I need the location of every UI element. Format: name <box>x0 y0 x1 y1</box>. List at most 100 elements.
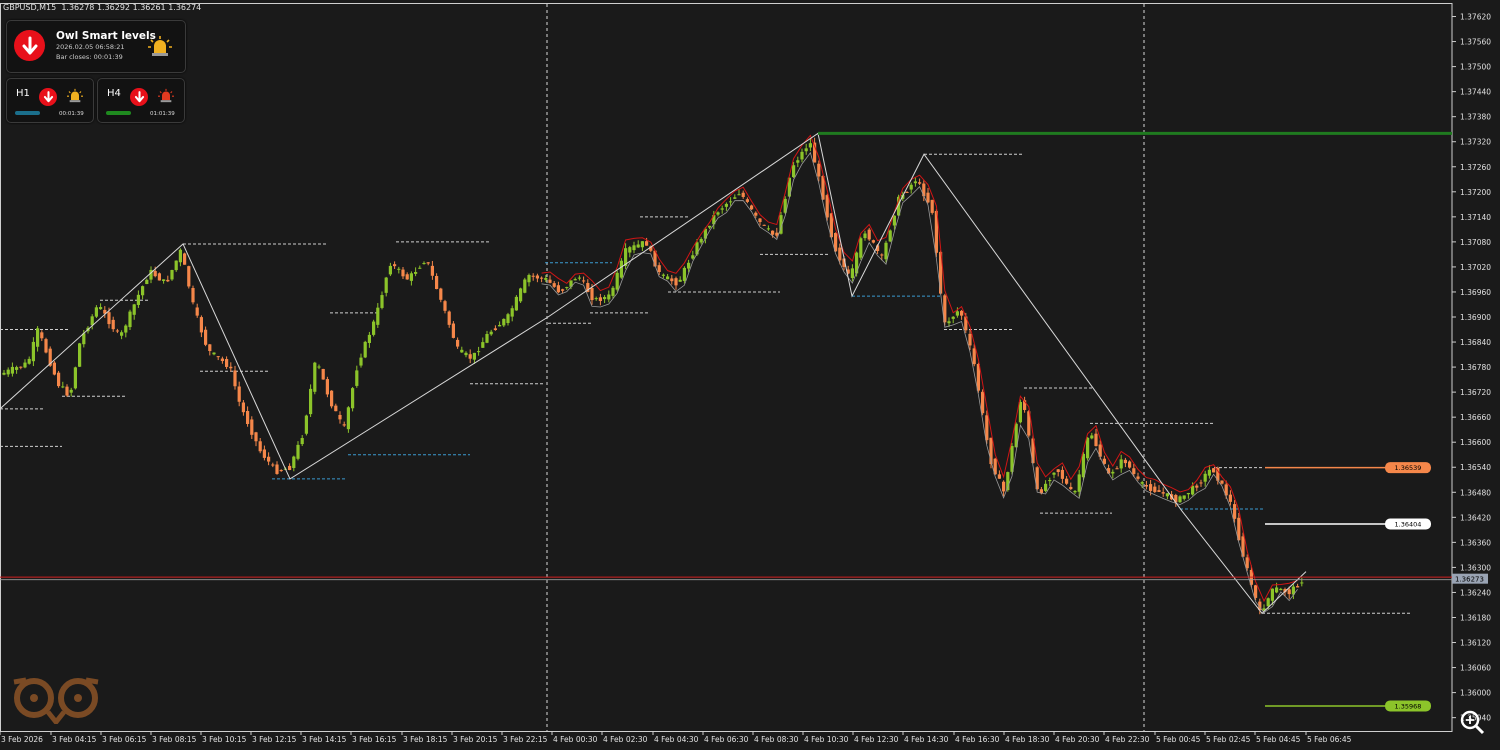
candle-bear <box>838 247 842 261</box>
candle-bear <box>960 310 964 316</box>
candle-bear <box>556 285 560 293</box>
h1-signal-panel: H1 00:01:39 <box>6 78 94 123</box>
x-tick-label: 4 Feb 20:30 <box>1055 735 1100 744</box>
y-tick-label: 1.36420 <box>1460 513 1491 522</box>
candle-bull <box>372 321 376 335</box>
candle-bear <box>1128 461 1132 468</box>
y-tick-label: 1.36300 <box>1460 563 1491 572</box>
candle-bear <box>267 456 271 462</box>
x-tick-label: 3 Feb 06:15 <box>102 735 147 744</box>
candle-bull <box>859 238 863 258</box>
candle-bull <box>304 415 308 434</box>
candle-bull <box>607 294 611 300</box>
candle-bear <box>598 297 602 301</box>
candle-bear <box>401 269 405 277</box>
candle-bear <box>867 229 871 240</box>
candle-bull <box>628 247 632 253</box>
candle-bull <box>367 334 371 343</box>
candle-bull <box>212 352 216 355</box>
candle-bull <box>594 298 598 300</box>
candle-bull <box>27 358 31 364</box>
candle-bull <box>695 242 699 255</box>
candle-bear <box>972 348 976 365</box>
candle-bear <box>447 311 451 325</box>
candle-bear <box>225 359 229 367</box>
candle-bull <box>1081 453 1085 478</box>
candle-bear <box>183 253 187 265</box>
candle-bull <box>69 389 73 393</box>
h1-alarm-icon[interactable] <box>67 88 83 107</box>
candle-bull <box>1111 471 1115 474</box>
candle-bull <box>120 332 124 336</box>
candle-bear <box>762 224 766 226</box>
x-tick-label: 3 Feb 08:15 <box>152 735 197 744</box>
candle-bull <box>414 271 418 274</box>
candle-bull <box>1073 490 1077 493</box>
candle-bull <box>708 225 712 228</box>
candle-bull <box>380 295 384 308</box>
candle-bull <box>804 148 808 152</box>
candle-bull <box>61 386 65 388</box>
candle-bull <box>1275 587 1279 593</box>
candle-bear <box>1233 504 1237 519</box>
candle-bull <box>502 318 506 326</box>
candle-bull <box>661 274 665 276</box>
candle-bull <box>73 367 77 389</box>
x-tick-label: 5 Feb 04:45 <box>1256 735 1301 744</box>
zoom-icon[interactable] <box>1458 708 1486 740</box>
level-label-level-green: 1.35968 <box>1395 702 1422 710</box>
candle-bull <box>477 351 481 353</box>
y-tick-label: 1.36900 <box>1460 313 1491 322</box>
candle-bull <box>527 275 531 283</box>
y-tick-label: 1.36720 <box>1460 388 1491 397</box>
candle-bear <box>262 449 266 458</box>
candle-bear <box>342 424 346 426</box>
candle-bear <box>157 273 161 281</box>
candle-bear <box>338 414 342 420</box>
candle-bull <box>128 311 132 328</box>
x-tick-label: 4 Feb 22:30 <box>1105 735 1150 744</box>
h4-signal-panel: H4 01:01:39 <box>97 78 185 123</box>
candle-bull <box>309 388 313 415</box>
candle-bull <box>1140 482 1144 484</box>
candle-bear <box>968 333 972 346</box>
candle-bull <box>418 267 422 269</box>
h1-time: 00:01:39 <box>59 111 84 117</box>
price-chart[interactable]: 1.37620 1.37560 1.37500 1.37440 1.37380 1.373… <box>0 0 1500 750</box>
x-tick-label: 5 Feb 00:45 <box>1156 735 1201 744</box>
candle-bull <box>78 343 82 367</box>
candle-bear <box>1195 485 1199 488</box>
candle-bear <box>199 317 203 333</box>
chart-canvas[interactable]: 1.37620 1.37560 1.37500 1.37440 1.37380 1.373… <box>0 0 1500 750</box>
candle-bear <box>321 368 325 380</box>
candle-bear <box>1132 468 1136 474</box>
alarm-light-icon[interactable] <box>148 35 172 61</box>
x-tick-label: 4 Feb 08:30 <box>754 735 799 744</box>
y-tick-label: 1.36180 <box>1460 613 1491 622</box>
h4-alarm-icon[interactable] <box>158 88 174 107</box>
candle-bear <box>930 199 934 213</box>
candle-bull <box>687 262 691 269</box>
candle-bear <box>745 199 749 202</box>
candle-bull <box>132 304 136 315</box>
candle-bull <box>10 366 14 374</box>
candle-bull <box>808 143 812 148</box>
candle-bull <box>355 370 359 386</box>
candle-bull <box>577 277 581 279</box>
candle-bear <box>393 264 397 267</box>
x-tick-label: 4 Feb 06:30 <box>704 735 749 744</box>
candle-bull <box>699 238 703 243</box>
candle-bull <box>716 212 720 215</box>
candle-bull <box>884 242 888 260</box>
candle-bear <box>250 419 254 435</box>
y-tick-label: 1.36960 <box>1460 288 1491 297</box>
candle-bull <box>498 324 502 327</box>
candle-bull <box>729 201 733 203</box>
candle-bull <box>472 352 476 360</box>
candle-bull <box>523 279 527 293</box>
candle-bear <box>1157 490 1161 492</box>
candle-bear <box>741 192 745 197</box>
x-tick-label: 4 Feb 04:30 <box>654 735 699 744</box>
y-tick-label: 1.37020 <box>1460 263 1491 272</box>
y-tick-label: 1.36120 <box>1460 639 1491 648</box>
